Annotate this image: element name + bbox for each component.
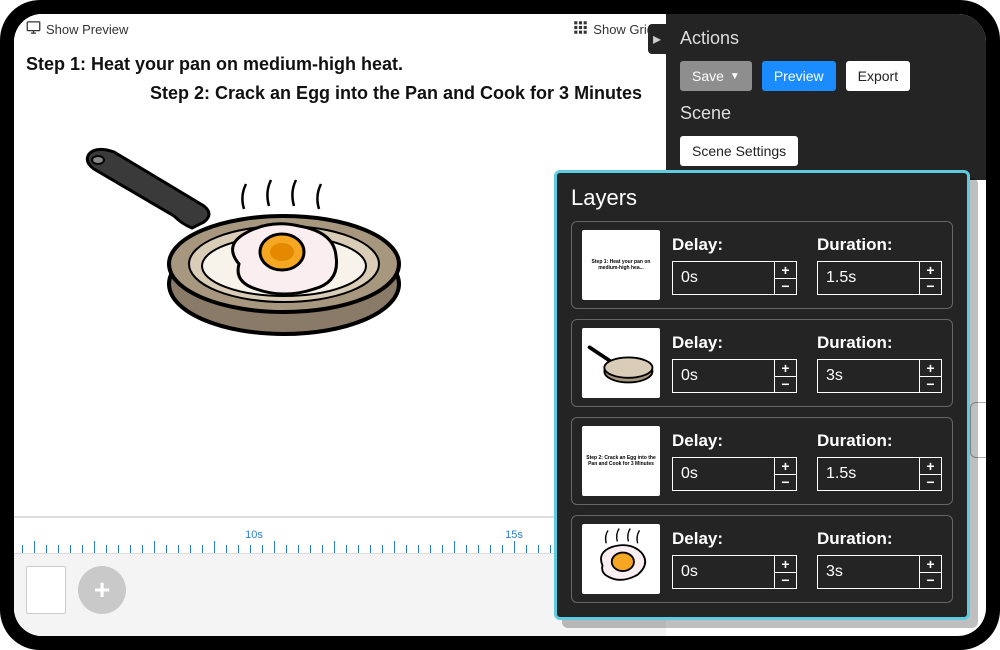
show-grid-toggle[interactable]: Show Grid (573, 20, 654, 38)
peek-card[interactable] (970, 402, 986, 458)
delay-value: 0s (673, 360, 774, 392)
caret-down-icon: ▼ (730, 71, 740, 82)
add-track-button[interactable]: + (78, 566, 126, 614)
duration-input[interactable]: 1.5s + − (817, 457, 942, 491)
delay-value: 0s (673, 556, 774, 588)
duration-value: 3s (818, 360, 919, 392)
layer-thumbnail[interactable]: Step 2: Crack an Egg into the Pan and Co… (582, 426, 660, 496)
ruler-label-10s: 10s (245, 529, 263, 541)
plus-icon[interactable]: + (775, 360, 796, 377)
plus-icon[interactable]: + (920, 262, 941, 279)
show-grid-label: Show Grid (593, 22, 654, 37)
delay-input[interactable]: 0s + − (672, 261, 797, 295)
layer-thumbnail[interactable] (582, 328, 660, 398)
show-preview-toggle[interactable]: Show Preview (26, 20, 128, 38)
duration-label: Duration: (817, 333, 942, 353)
layers-panel[interactable]: Layers Step 1: Heat your pan on medium-h… (554, 170, 970, 620)
plus-icon[interactable]: + (775, 458, 796, 475)
ruler-label-15s: 15s (505, 529, 523, 541)
save-button[interactable]: Save ▼ (680, 61, 752, 91)
delay-input[interactable]: 0s + − (672, 555, 797, 589)
duration-input[interactable]: 3s + − (817, 555, 942, 589)
duration-input[interactable]: 3s + − (817, 359, 942, 393)
plus-icon[interactable]: + (920, 458, 941, 475)
step1-text[interactable]: Step 1: Heat your pan on medium-high hea… (20, 54, 660, 75)
layer-thumbnail[interactable]: Step 1: Heat your pan on medium-high hea… (582, 230, 660, 300)
pan-with-egg-image[interactable] (74, 134, 404, 354)
minus-icon[interactable]: − (920, 377, 941, 393)
show-preview-label: Show Preview (46, 22, 128, 37)
minus-icon[interactable]: − (920, 279, 941, 295)
duration-label: Duration: (817, 431, 942, 451)
preview-button[interactable]: Preview (762, 61, 836, 91)
export-button[interactable]: Export (846, 61, 910, 91)
plus-icon[interactable]: + (775, 262, 796, 279)
layer-row[interactable]: Step 1: Heat your pan on medium-high hea… (571, 221, 953, 309)
delay-input[interactable]: 0s + − (672, 457, 797, 491)
minus-icon[interactable]: − (775, 475, 796, 491)
duration-value: 1.5s (818, 458, 919, 490)
scene-settings-button[interactable]: Scene Settings (680, 136, 798, 166)
grid-icon (573, 20, 588, 38)
duration-label: Duration: (817, 529, 942, 549)
delay-input[interactable]: 0s + − (672, 359, 797, 393)
panel-collapse-arrow-icon[interactable]: ▸ (648, 24, 666, 54)
right-panel: Actions Save ▼ Preview Export Scene Scen… (666, 14, 986, 180)
layer-thumbnail[interactable] (582, 524, 660, 594)
step2-text[interactable]: Step 2: Crack an Egg into the Pan and Co… (20, 83, 660, 104)
save-label: Save (692, 68, 724, 84)
delay-label: Delay: (672, 333, 797, 353)
monitor-icon (26, 20, 41, 38)
delay-label: Delay: (672, 235, 797, 255)
actions-heading: Actions (680, 28, 972, 49)
layers-title: Layers (571, 185, 953, 211)
duration-input[interactable]: 1.5s + − (817, 261, 942, 295)
plus-icon[interactable]: + (920, 360, 941, 377)
duration-value: 1.5s (818, 262, 919, 294)
delay-label: Delay: (672, 431, 797, 451)
layer-row[interactable]: Delay: 0s + − Duration: 3s + (571, 515, 953, 603)
delay-value: 0s (673, 262, 774, 294)
duration-label: Duration: (817, 235, 942, 255)
layer-row[interactable]: Delay: 0s + − Duration: 3s + (571, 319, 953, 407)
delay-label: Delay: (672, 529, 797, 549)
delay-value: 0s (673, 458, 774, 490)
duration-value: 3s (818, 556, 919, 588)
minus-icon[interactable]: − (920, 573, 941, 589)
minus-icon[interactable]: − (775, 377, 796, 393)
plus-icon[interactable]: + (775, 556, 796, 573)
minus-icon[interactable]: − (920, 475, 941, 491)
track-thumbnail[interactable] (26, 566, 66, 614)
layer-row[interactable]: Step 2: Crack an Egg into the Pan and Co… (571, 417, 953, 505)
minus-icon[interactable]: − (775, 279, 796, 295)
minus-icon[interactable]: − (775, 573, 796, 589)
plus-icon[interactable]: + (920, 556, 941, 573)
scene-heading: Scene (680, 103, 972, 124)
